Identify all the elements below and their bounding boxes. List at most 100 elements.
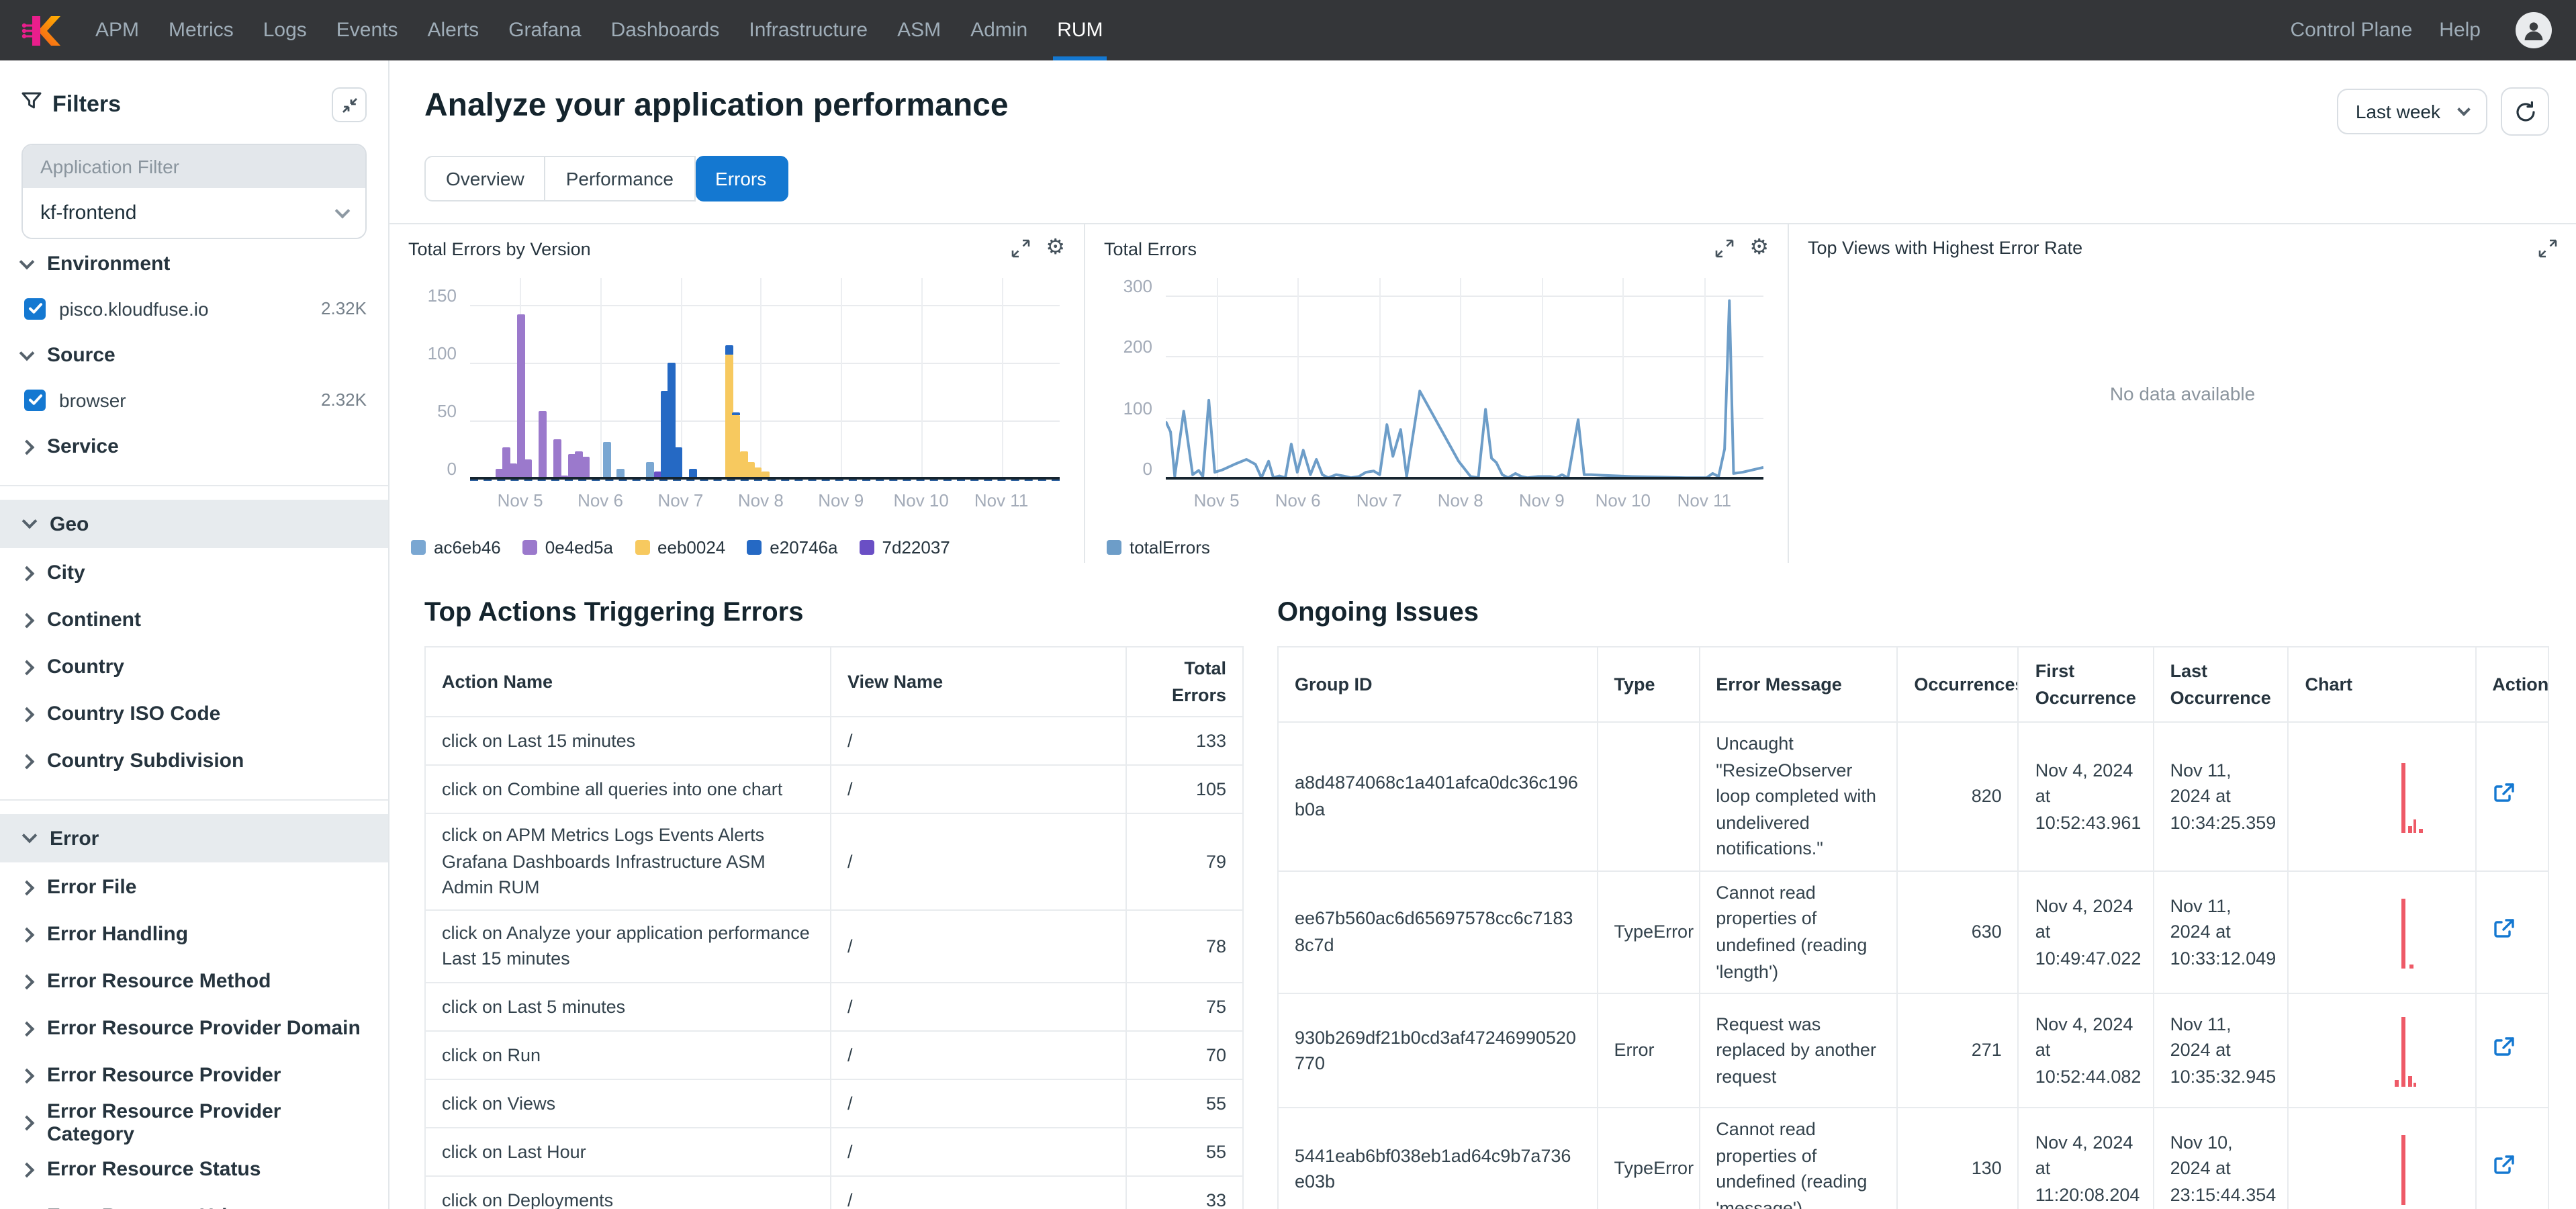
bar-ac6eb46[interactable]	[603, 441, 611, 480]
gear-icon[interactable]: ⚙	[1046, 238, 1065, 259]
chart-cell	[2289, 1108, 2476, 1209]
nav-item-grafana[interactable]: Grafana	[494, 0, 596, 60]
sidebar-item-error-resource-method[interactable]: Error Resource Method	[21, 959, 367, 1003]
chart-cell	[2289, 722, 2476, 871]
sidebar-item-city[interactable]: City	[21, 551, 367, 595]
line-chart-plot[interactable]: 0100200300	[1166, 278, 1763, 480]
sidebar-group-geo[interactable]: Geo	[0, 500, 388, 548]
filter-item-browser[interactable]: browser2.32K	[21, 377, 367, 422]
open-issue-icon[interactable]	[2492, 917, 2515, 940]
sidebar-item-label: Error Resource Provider Category	[47, 1100, 367, 1145]
sidebar-item-error-resource-status[interactable]: Error Resource Status	[21, 1147, 367, 1192]
chevron-right-icon	[19, 566, 35, 581]
sidebar-item-country[interactable]: Country	[21, 645, 367, 689]
sidebar-item-error-resource-provider-domain[interactable]: Error Resource Provider Domain	[21, 1006, 367, 1050]
column-header: Total Errors	[1126, 647, 1243, 717]
sidebar-item-label: Error Resource Provider	[47, 1064, 281, 1087]
expand-icon[interactable]	[1011, 239, 1029, 258]
sidebar-item-error-resource-url[interactable]: Error Resource Url	[21, 1194, 367, 1209]
user-avatar[interactable]	[2516, 12, 2552, 48]
table-row[interactable]: click on Deployments/33	[425, 1176, 1243, 1209]
tab-overview[interactable]: Overview	[424, 156, 546, 202]
sidebar-item-label: Error Resource Method	[47, 970, 271, 993]
action-name-cell: click on Combine all queries into one ch…	[425, 765, 831, 813]
kloudfuse-logo-icon[interactable]	[21, 0, 62, 60]
nav-item-metrics[interactable]: Metrics	[154, 0, 248, 60]
table-row[interactable]: click on Last Hour/55	[425, 1128, 1243, 1176]
table-row[interactable]: ee67b560ac6d65697578cc6c71838c7dTypeErro…	[1278, 871, 2548, 994]
x-tick-label: Nov 10	[893, 490, 948, 510]
legend-item-totalErrors[interactable]: totalErrors	[1107, 537, 1210, 557]
x-tick-label: Nov 11	[1677, 490, 1731, 510]
table-row[interactable]: click on APM Metrics Logs Events Alerts …	[425, 813, 1243, 909]
open-issue-icon[interactable]	[2492, 1154, 2515, 1177]
tab-errors[interactable]: Errors	[695, 156, 788, 202]
bar-e20746a[interactable]	[675, 447, 683, 480]
sidebar-item-error-resource-provider-category[interactable]: Error Resource Provider Category	[21, 1100, 367, 1145]
view-name-cell: /	[831, 1079, 1126, 1128]
legend-item-eeb0024[interactable]: eeb0024	[635, 537, 725, 557]
table-row[interactable]: click on Last 15 minutes/133	[425, 717, 1243, 765]
nav-item-events[interactable]: Events	[322, 0, 413, 60]
table-row[interactable]: click on Last 5 minutes/75	[425, 983, 1243, 1031]
sidebar-item-country-iso-code[interactable]: Country ISO Code	[21, 692, 367, 736]
legend-item-e20746a[interactable]: e20746a	[747, 537, 837, 557]
bar-0e4ed5a[interactable]	[553, 439, 561, 480]
legend-item-ac6eb46[interactable]: ac6eb46	[411, 537, 501, 557]
sidebar-item-error-resource-provider[interactable]: Error Resource Provider	[21, 1053, 367, 1098]
x-axis-line	[470, 477, 1060, 480]
table-row[interactable]: click on Analyze your application perfor…	[425, 910, 1243, 983]
sidebar-group-error[interactable]: Error	[0, 814, 388, 862]
view-tabs: OverviewPerformanceErrors	[424, 156, 788, 202]
bar-chart-plot[interactable]: 050100150	[470, 278, 1060, 480]
nav-item-control-plane[interactable]: Control Plane	[2277, 19, 2426, 42]
tab-performance[interactable]: Performance	[546, 156, 695, 202]
sidebar-section-source[interactable]: Source	[21, 333, 367, 377]
application-filter-select[interactable]: Application Filter kf-frontend	[21, 144, 367, 239]
table-row[interactable]: 930b269df21b0cd3af47246990520770ErrorReq…	[1278, 993, 2548, 1108]
x-tick-label: Nov 8	[738, 490, 784, 510]
refresh-button[interactable]	[2501, 87, 2549, 136]
collapse-sidebar-button[interactable]	[332, 87, 367, 122]
sidebar-group-label: Error	[50, 827, 99, 850]
nav-item-apm[interactable]: APM	[81, 0, 154, 60]
x-tick-label: Nov 6	[1275, 490, 1321, 510]
sidebar-section-service[interactable]: Service	[21, 424, 367, 469]
sidebar-item-error-handling[interactable]: Error Handling	[21, 912, 367, 956]
table-row[interactable]: click on Combine all queries into one ch…	[425, 765, 1243, 813]
legend-item-7d22037[interactable]: 7d22037	[860, 537, 950, 557]
expand-icon[interactable]	[2538, 238, 2557, 257]
nav-item-alerts[interactable]: Alerts	[413, 0, 494, 60]
open-issue-icon[interactable]	[2492, 781, 2515, 804]
gear-icon[interactable]: ⚙	[1749, 238, 1769, 259]
bar-0e4ed5a[interactable]	[517, 314, 525, 480]
nav-item-asm[interactable]: ASM	[882, 0, 956, 60]
sidebar-item-country-subdivision[interactable]: Country Subdivision	[21, 739, 367, 783]
bar-0e4ed5a[interactable]	[539, 410, 547, 480]
legend-label: totalErrors	[1130, 537, 1210, 557]
open-issue-icon[interactable]	[2492, 1036, 2515, 1059]
nav-item-rum[interactable]: RUM	[1042, 0, 1117, 60]
table-row[interactable]: click on Run/70	[425, 1031, 1243, 1079]
checkbox-checked[interactable]	[24, 298, 46, 319]
expand-icon[interactable]	[1714, 239, 1733, 258]
filter-item-label: pisco.kloudfuse.io	[59, 298, 209, 319]
table-row[interactable]: click on Views/55	[425, 1079, 1243, 1128]
checkbox-checked[interactable]	[24, 389, 46, 410]
gridline	[600, 278, 602, 480]
filter-item-pisco-kloudfuse-io[interactable]: pisco.kloudfuse.io2.32K	[21, 286, 367, 330]
bar-0e4ed5a[interactable]	[582, 457, 590, 480]
sidebar-item-continent[interactable]: Continent	[21, 598, 367, 642]
nav-item-logs[interactable]: Logs	[248, 0, 322, 60]
nav-item-dashboards[interactable]: Dashboards	[596, 0, 735, 60]
chart-cell	[2289, 871, 2476, 994]
legend-item-0e4ed5a[interactable]: 0e4ed5a	[522, 537, 613, 557]
sidebar-section-environment[interactable]: Environment	[21, 242, 367, 286]
sidebar-item-error-file[interactable]: Error File	[21, 865, 367, 909]
table-row[interactable]: 5441eab6bf038eb1ad64c9b7a736e03bTypeErro…	[1278, 1108, 2548, 1209]
time-range-select[interactable]: Last week	[2337, 89, 2487, 134]
table-row[interactable]: a8d4874068c1a401afca0dc36c196b0aUncaught…	[1278, 722, 2548, 871]
nav-item-infrastructure[interactable]: Infrastructure	[734, 0, 882, 60]
nav-item-help[interactable]: Help	[2426, 19, 2494, 42]
nav-item-admin[interactable]: Admin	[956, 0, 1042, 60]
